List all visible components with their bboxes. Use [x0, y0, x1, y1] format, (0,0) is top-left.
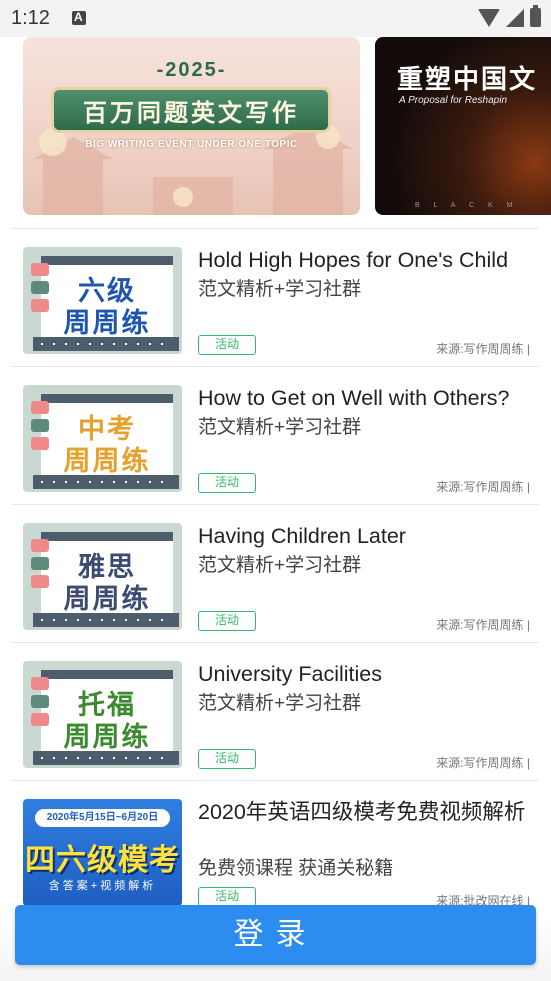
banner-plaque: 百万同题英文写作 — [51, 87, 331, 133]
list-item[interactable]: 六级 周周练 Hold High Hopes for One's Child 范… — [0, 229, 551, 367]
activity-tag: 活动 — [198, 749, 256, 769]
status-icons — [478, 5, 541, 27]
laptop-base — [33, 475, 179, 489]
status-time: 1:12 — [11, 7, 50, 29]
activity-tag: 活动 — [198, 611, 256, 631]
status-bar: 1:12 — [0, 0, 551, 37]
item-subtitle: 范文精析+学习社群 — [198, 279, 362, 300]
item-title[interactable]: 2020年英语四级模考免费视频解析 — [198, 799, 533, 826]
item-subtitle: 范文精析+学习社群 — [198, 417, 362, 438]
activity-tag: 活动 — [198, 887, 256, 907]
item-source: 来源:写作周周练 | — [436, 618, 530, 632]
item-subtitle: 范文精析+学习社群 — [198, 693, 362, 714]
banner2-subtitle: A Proposal for Reshapin — [399, 95, 508, 106]
banner-year: -2025- — [156, 59, 227, 81]
list-item[interactable]: 托福 周周练 University Facilities 范文精析+学习社群 活… — [0, 643, 551, 781]
list-item[interactable]: 中考 周周练 How to Get on Well with Others? 范… — [0, 367, 551, 505]
item-title[interactable]: Hold High Hopes for One's Child — [198, 247, 533, 274]
thumbnail-toefl: 托福 周周练 — [23, 661, 182, 768]
item-source: 来源:写作周周练 | — [436, 756, 530, 770]
banner-writing-event[interactable]: -2025- 百万同题英文写作 BIG WRITING EVENT UNDER … — [23, 37, 360, 215]
list-item[interactable]: 2020年5月15日~6月20日 四六级模考 含答案+视频解析 2020年英语四… — [0, 781, 551, 919]
banner-carousel[interactable]: -2025- 百万同题英文写作 BIG WRITING EVENT UNDER … — [0, 37, 551, 217]
thumb-line2: 周周练 — [63, 446, 151, 476]
thumbnail-cet6: 六级 周周练 — [23, 247, 182, 354]
thumbnail-ielts: 雅思 周周练 — [23, 523, 182, 630]
thumb-date: 2020年5月15日~6月20日 — [35, 809, 170, 827]
item-title[interactable]: How to Get on Well with Others? — [198, 385, 533, 412]
thumb-small-text: 含答案+视频解析 — [48, 880, 157, 892]
banner2-footer: B L A C K M — [415, 202, 519, 209]
signal-icon — [506, 8, 524, 27]
thumbnail-zhongkao: 中考 周周练 — [23, 385, 182, 492]
laptop-base — [33, 613, 179, 627]
login-button[interactable]: 登录 — [15, 905, 536, 965]
list-item[interactable]: 雅思 周周练 Having Children Later 范文精析+学习社群 活… — [0, 505, 551, 643]
thumbnail-mock-exam: 2020年5月15日~6月20日 四六级模考 含答案+视频解析 — [23, 799, 182, 906]
banner-subtitle: BIG WRITING EVENT UNDER ONE TOPIC — [85, 139, 298, 150]
laptop-base — [33, 751, 179, 765]
laptop-base — [33, 337, 179, 351]
item-source: 来源:写作周周练 | — [436, 480, 530, 494]
thumb-line2: 周周练 — [63, 722, 151, 752]
battery-icon — [530, 5, 541, 27]
banner-reshaping[interactable]: 重塑中国文 A Proposal for Reshapin B L A C K … — [375, 37, 551, 215]
item-source: 来源:写作周周练 | — [436, 342, 530, 356]
item-title[interactable]: Having Children Later — [198, 523, 533, 550]
activity-tag: 活动 — [198, 335, 256, 355]
wifi-icon — [478, 8, 500, 27]
notification-icon — [72, 10, 86, 25]
banner-title: 百万同题英文写作 — [83, 99, 299, 127]
item-subtitle: 免费领课程 获通关秘籍 — [198, 858, 394, 879]
thumb-big-title: 四六级模考 — [25, 844, 180, 877]
item-subtitle: 范文精析+学习社群 — [198, 555, 362, 576]
banner2-title: 重塑中国文 — [397, 65, 538, 95]
thumb-line2: 周周练 — [63, 584, 151, 614]
thumb-line2: 周周练 — [63, 308, 151, 338]
item-title[interactable]: University Facilities — [198, 661, 533, 688]
activity-tag: 活动 — [198, 473, 256, 493]
